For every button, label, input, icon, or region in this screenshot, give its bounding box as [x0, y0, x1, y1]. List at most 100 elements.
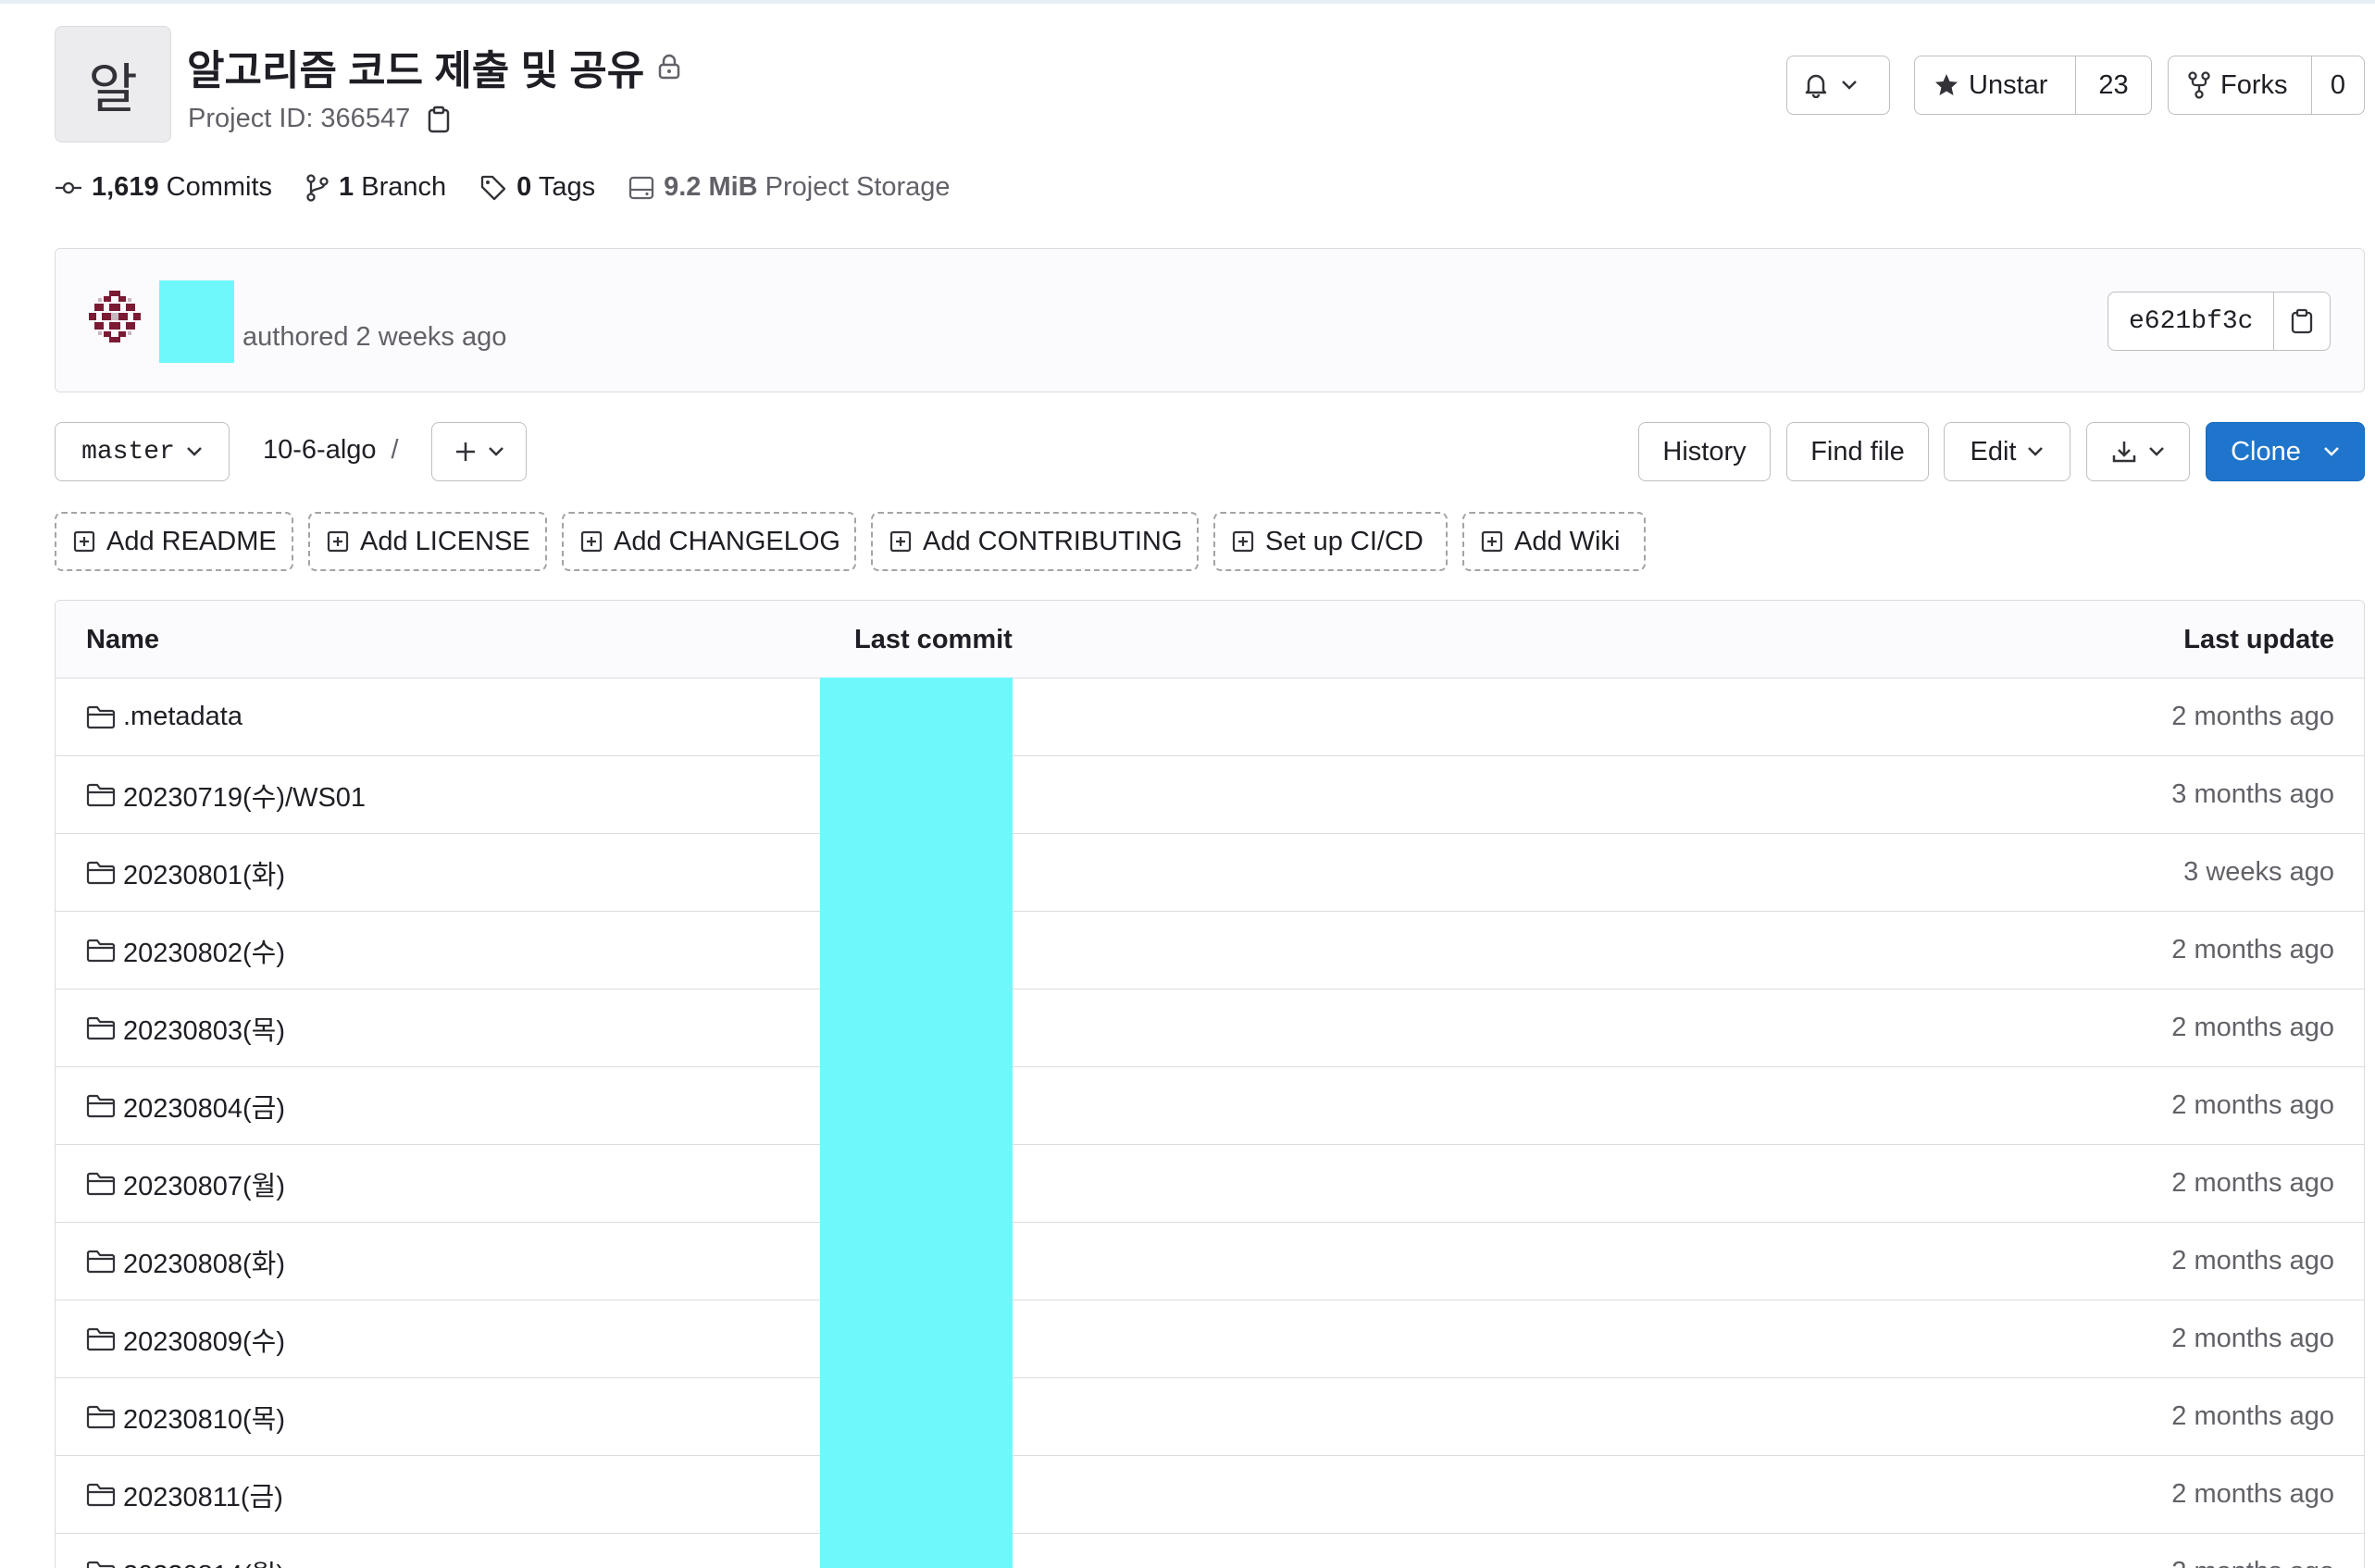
storage-info: 9.2 MiB Project Storage: [628, 172, 951, 203]
project-avatar-letter: 알: [88, 59, 138, 119]
lock-icon: [657, 54, 681, 80]
last-update: 2 months ago: [2171, 1246, 2334, 1276]
file-name-link[interactable]: 20230802(수): [123, 931, 285, 970]
project-avatar[interactable]: 알: [55, 26, 171, 143]
file-name-link[interactable]: 20230808(화): [123, 1242, 285, 1281]
folder-icon: [86, 1483, 116, 1507]
add-contributing-button[interactable]: Add CONTRIBUTING: [871, 512, 1199, 571]
branch-count: 1: [339, 172, 354, 202]
breadcrumb-separator: /: [391, 435, 399, 465]
history-label: History: [1662, 436, 1747, 467]
commit-sha[interactable]: e621bf3c: [2108, 292, 2273, 350]
table-row[interactable]: 20230804(금) 2 months ago: [56, 1067, 2364, 1145]
plus-square-icon: [73, 530, 95, 553]
add-readme-label: Add README: [106, 526, 277, 556]
branch-selector[interactable]: master: [55, 422, 230, 481]
table-row[interactable]: 20230809(수) 2 months ago: [56, 1300, 2364, 1378]
chevron-down-icon: [186, 446, 203, 457]
file-name-link[interactable]: 20230810(목): [123, 1398, 285, 1437]
notifications-dropdown[interactable]: [1786, 56, 1890, 115]
commit-authored-text: authored 2 weeks ago: [242, 322, 507, 352]
table-row[interactable]: .metadata 2 months ago: [56, 678, 2364, 756]
find-file-button[interactable]: Find file: [1786, 422, 1929, 481]
commit-icon: [55, 179, 82, 197]
clone-dropdown[interactable]: Clone: [2206, 422, 2365, 481]
table-row[interactable]: 20230803(목) 2 months ago: [56, 989, 2364, 1067]
file-name-link[interactable]: 20230804(금): [123, 1087, 285, 1126]
plus-square-icon: [1481, 530, 1503, 553]
table-row[interactable]: 20230802(수) 2 months ago: [56, 912, 2364, 989]
table-row[interactable]: 20230801(화) 3 weeks ago: [56, 834, 2364, 912]
add-to-tree-dropdown[interactable]: [431, 422, 527, 481]
table-row[interactable]: 20230810(목) 2 months ago: [56, 1378, 2364, 1456]
storage-size: 9.2 MiB: [664, 172, 758, 202]
storage-label: Project Storage: [765, 172, 951, 202]
table-row[interactable]: 20230811(금) 2 months ago: [56, 1456, 2364, 1534]
table-row[interactable]: 20230808(화) 2 months ago: [56, 1223, 2364, 1300]
branch-icon: [305, 173, 330, 202]
redacted-commit-title: [159, 280, 234, 363]
copy-sha-button[interactable]: [2273, 292, 2330, 350]
edit-dropdown[interactable]: Edit: [1944, 422, 2070, 481]
bell-icon: [1804, 72, 1828, 98]
last-update: 2 months ago: [2171, 935, 2334, 964]
download-icon: [2111, 439, 2137, 465]
add-readme-button[interactable]: Add README: [55, 512, 293, 571]
table-row[interactable]: 20230807(월) 2 months ago: [56, 1145, 2364, 1223]
file-name-link[interactable]: 20230807(월): [123, 1164, 285, 1203]
last-update: 2 months ago: [2171, 1168, 2334, 1198]
history-button[interactable]: History: [1638, 422, 1771, 481]
forks-button-group: Forks 0: [2168, 56, 2365, 115]
file-name-link[interactable]: 20230809(수): [123, 1320, 285, 1359]
star-button-group: Unstar 23: [1914, 56, 2152, 115]
file-name-link[interactable]: 20230814(월): [123, 1553, 285, 1568]
file-name-link[interactable]: 20230811(금): [123, 1475, 283, 1514]
forks-button[interactable]: Forks: [2169, 56, 2311, 114]
table-row[interactable]: 20230814(월) 2 months ago: [56, 1534, 2364, 1568]
unstar-button[interactable]: Unstar: [1915, 56, 2075, 114]
project-stats: 1,619 Commits 1 Branch 0 Tags 9.2 MiB Pr…: [55, 172, 984, 203]
add-license-button[interactable]: Add LICENSE: [308, 512, 547, 571]
forks-label: Forks: [2220, 69, 2288, 100]
table-row[interactable]: 20230719(수)/WS01 3 months ago: [56, 756, 2364, 834]
file-name-link[interactable]: 20230719(수)/WS01: [123, 776, 366, 815]
tags-count: 0: [516, 172, 532, 202]
commits-count: 1,619: [92, 172, 159, 202]
project-title-text: 알고리즘 코드 제출 및 공유: [187, 48, 645, 93]
header-last-update: Last update: [2183, 625, 2334, 654]
file-name-link[interactable]: 20230801(화): [123, 853, 285, 892]
add-contributing-label: Add CONTRIBUTING: [923, 526, 1183, 556]
header-last-commit: Last commit: [854, 625, 1013, 654]
file-name-link[interactable]: .metadata: [123, 702, 242, 732]
last-update: 2 months ago: [2171, 702, 2334, 731]
folder-icon: [86, 1094, 116, 1118]
last-update: 2 months ago: [2171, 1013, 2334, 1042]
file-tree-table: Name Last commit Last update .metadata 2…: [55, 600, 2365, 1568]
setup-cicd-button[interactable]: Set up CI/CD: [1213, 512, 1448, 571]
branches-link[interactable]: 1 Branch: [305, 172, 446, 203]
star-count[interactable]: 23: [2075, 56, 2151, 114]
add-wiki-button[interactable]: Add Wiki: [1462, 512, 1646, 571]
file-name-link[interactable]: 20230803(목): [123, 1009, 285, 1048]
header-name: Name: [86, 625, 159, 654]
plus-square-icon: [1232, 530, 1254, 553]
project-id: Project ID: 366547: [188, 104, 451, 134]
breadcrumb: 10-6-algo /: [263, 435, 399, 466]
download-dropdown[interactable]: [2086, 422, 2190, 481]
breadcrumb-project[interactable]: 10-6-algo: [263, 435, 377, 465]
copy-project-id-icon[interactable]: [427, 106, 451, 133]
commits-link[interactable]: 1,619 Commits: [55, 172, 272, 203]
edit-label: Edit: [1970, 436, 2017, 467]
add-changelog-button[interactable]: Add CHANGELOG: [562, 512, 856, 571]
author-avatar[interactable]: [85, 287, 144, 346]
folder-icon: [86, 783, 116, 807]
clone-label: Clone: [2231, 436, 2301, 467]
redacted-last-commit-column: [820, 678, 1013, 1568]
forks-count-value: 0: [2330, 69, 2346, 100]
forks-count[interactable]: 0: [2311, 56, 2364, 114]
folder-icon: [86, 939, 116, 963]
project-title: 알고리즘 코드 제출 및 공유: [187, 37, 681, 96]
folder-icon: [86, 1250, 116, 1274]
top-border: [0, 0, 2375, 4]
tags-link[interactable]: 0 Tags: [479, 172, 595, 203]
